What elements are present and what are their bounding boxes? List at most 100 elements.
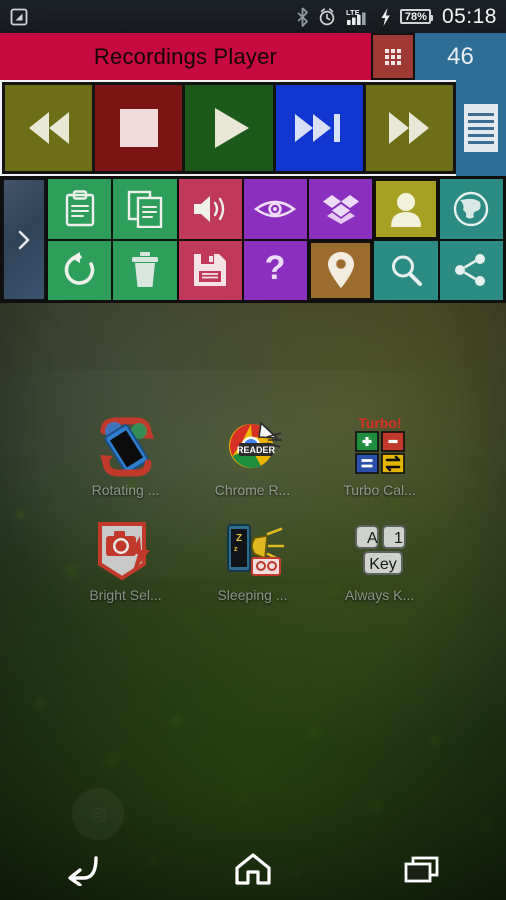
desktop-app-grid: Rotating ... READER Chrome R... Turbo! T… — [0, 415, 506, 603]
app-label: Always K... — [344, 587, 415, 603]
recents-icon — [404, 856, 439, 883]
eye-icon — [254, 200, 297, 218]
bright-selfie-icon — [94, 520, 158, 582]
nav-home-button[interactable] — [169, 838, 338, 900]
title-area: Recordings Player — [0, 33, 371, 80]
globe-icon — [454, 191, 489, 226]
app-turbo-calc[interactable]: Turbo! Turbo Cal... — [316, 415, 443, 498]
speaker-icon — [194, 195, 225, 222]
stop-button[interactable] — [95, 85, 183, 171]
system-navigation-bar — [0, 838, 506, 900]
location-tile[interactable] — [309, 240, 373, 300]
copy-files-icon — [127, 190, 163, 228]
clipboard-icon — [65, 190, 94, 226]
always-key-icon: A 1 Key — [348, 520, 412, 582]
next-track-icon — [295, 114, 341, 142]
question-mark-icon: ? — [265, 251, 286, 287]
clipboard-tile[interactable] — [48, 179, 112, 239]
stop-icon — [119, 109, 158, 147]
refresh-tile[interactable] — [48, 240, 112, 300]
turbo-badge-label: Turbo! — [358, 415, 401, 431]
recording-count-label: 46 — [447, 42, 474, 70]
recordings-list-button[interactable] — [456, 80, 506, 176]
play-button[interactable] — [185, 85, 273, 171]
charging-bolt-icon — [379, 7, 392, 27]
grid-view-button[interactable] — [371, 33, 415, 80]
back-arrow-icon — [68, 856, 99, 886]
help-tile[interactable]: ? — [243, 240, 308, 300]
alarm-clock-icon — [317, 7, 337, 27]
app-chrome-reader[interactable]: READER Chrome R... — [189, 415, 316, 498]
status-clock: 05:18 — [441, 4, 497, 28]
next-button[interactable] — [275, 85, 363, 171]
key-glyph-1: 1 — [394, 530, 403, 547]
rewind-icon — [28, 112, 69, 144]
turbo-calculator-icon: Turbo! — [348, 415, 412, 477]
delete-tile[interactable] — [113, 240, 177, 300]
copy-tile[interactable] — [113, 179, 177, 239]
home-icon — [235, 853, 271, 885]
nav-recents-button[interactable] — [337, 838, 506, 900]
drawer-expand-handle[interactable] — [3, 179, 45, 300]
battery-percent-label: 78% — [404, 10, 427, 23]
svg-text:Z: Z — [236, 533, 242, 544]
play-icon — [215, 108, 249, 148]
chrome-reader-icon: READER — [221, 415, 285, 477]
chevron-right-icon — [18, 230, 30, 249]
trash-icon — [131, 252, 158, 288]
lte-signal-icon: LTE — [345, 7, 371, 27]
search-tile[interactable] — [374, 240, 438, 300]
app-label: Bright Sel... — [89, 587, 162, 603]
map-pin-icon — [327, 252, 354, 289]
share-tile[interactable] — [439, 240, 503, 300]
svg-text:?: ? — [265, 251, 286, 287]
floppy-save-icon — [194, 254, 227, 287]
app-row: Bright Sel... Z z Sleeping ... A 1 Key A… — [0, 520, 506, 603]
save-tile[interactable] — [178, 240, 242, 300]
app-notification-icon — [9, 7, 29, 27]
dropbox-icon — [322, 194, 359, 224]
app-bright-selfie[interactable]: Bright Sel... — [62, 520, 189, 603]
recordings-player-overlay: Recordings Player 46 ? — [0, 33, 506, 303]
page-title: Recordings Player — [93, 43, 278, 69]
app-label: Sleeping ... — [217, 587, 288, 603]
forward-button[interactable] — [365, 85, 454, 171]
person-icon — [391, 192, 422, 227]
svg-text:z: z — [234, 546, 238, 553]
grid-icon — [385, 48, 401, 65]
share-nodes-icon — [455, 254, 486, 287]
magnifier-icon — [392, 255, 423, 287]
app-row: Rotating ... READER Chrome R... Turbo! T… — [0, 415, 506, 498]
app-label: Turbo Cal... — [343, 482, 416, 498]
list-lines-icon — [464, 104, 498, 152]
action-tiles-panel: ? — [0, 176, 506, 303]
sleeping-alarm-icon: Z z — [221, 520, 285, 582]
fast-forward-icon — [389, 112, 430, 144]
transport-buttons — [0, 80, 456, 176]
app-always-key[interactable]: A 1 Key Always K... — [316, 520, 443, 603]
browser-tile[interactable] — [439, 179, 503, 239]
tile-grid: ? — [47, 176, 506, 303]
battery-indicator: 78% — [399, 9, 433, 24]
app-rotating[interactable]: Rotating ... — [62, 415, 189, 498]
dropbox-tile[interactable] — [309, 179, 373, 239]
preview-tile[interactable] — [243, 179, 308, 239]
refresh-icon — [64, 252, 94, 286]
transport-controls-bar — [0, 80, 506, 176]
bluetooth-icon — [296, 6, 309, 27]
contact-tile[interactable] — [374, 179, 438, 239]
status-bar: LTE 78% 05:18 — [0, 0, 506, 33]
rotating-screen-icon — [94, 415, 158, 477]
app-label: Rotating ... — [91, 482, 160, 498]
key-glyph-key: Key — [369, 556, 397, 573]
reader-badge-label: READER — [236, 445, 275, 455]
app-sleeping[interactable]: Z z Sleeping ... — [189, 520, 316, 603]
app-label: Chrome R... — [214, 482, 291, 498]
volume-tile[interactable] — [178, 179, 242, 239]
app-title-bar: Recordings Player 46 — [0, 33, 506, 80]
key-glyph-a: A — [367, 530, 378, 547]
rewind-button[interactable] — [5, 85, 93, 171]
nav-back-button[interactable] — [0, 838, 169, 900]
recording-count-button[interactable]: 46 — [415, 33, 506, 80]
wallpaper-watermark-icon: ◎ — [72, 788, 124, 840]
